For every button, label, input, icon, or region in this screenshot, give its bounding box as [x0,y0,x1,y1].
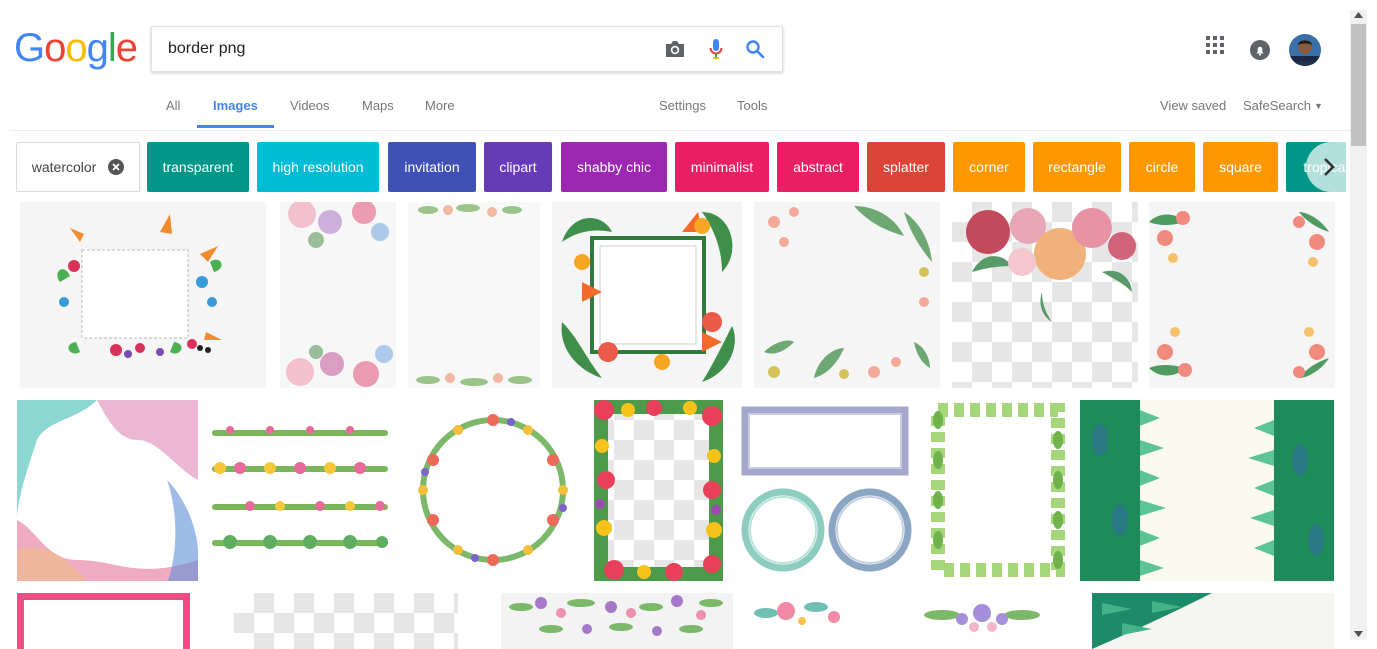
image-result[interactable] [746,593,846,649]
chip-circle[interactable]: circle [1129,142,1195,192]
notifications-icon[interactable] [1250,40,1270,65]
caret-down-icon: ▼ [1313,101,1323,111]
search-input[interactable] [168,27,628,71]
logo-letter: g [86,26,109,70]
image-result[interactable] [928,400,1069,581]
image-result[interactable] [17,400,198,581]
chip-abstract[interactable]: abstract [777,142,859,192]
chip-splatter[interactable]: splatter [867,142,945,192]
logo-letter: l [107,26,117,70]
image-result[interactable] [1092,593,1334,649]
camera-icon[interactable] [664,38,686,60]
safesearch-label: SafeSearch [1243,98,1311,113]
image-result[interactable] [501,593,733,649]
scroll-up-icon[interactable] [1354,12,1363,18]
microphone-icon[interactable] [705,38,727,60]
image-result[interactable] [1080,400,1334,581]
chip-rectangle[interactable]: rectangle [1033,142,1121,192]
chip-label: watercolor [31,159,97,175]
scroll-down-icon[interactable] [1354,631,1363,637]
chip-shabby-chic[interactable]: shabby chic [561,142,667,192]
tab-settings[interactable]: Settings [659,88,706,128]
chip-corner[interactable]: corner [953,142,1025,192]
image-result[interactable] [552,202,742,388]
chip-clipart[interactable]: clipart [484,142,552,192]
search-icon[interactable] [744,38,766,60]
logo-letter: G [14,26,45,70]
image-result[interactable] [210,400,391,581]
search-box [151,26,783,72]
logo-letter: o [44,26,66,70]
chip-high-resolution[interactable]: high resolution [257,142,379,192]
view-saved-link[interactable]: View saved [1160,88,1226,128]
image-result[interactable] [234,593,458,649]
image-result[interactable] [17,593,190,649]
logo-letter: o [65,26,87,70]
chips-next-button[interactable] [1306,142,1352,192]
tab-more[interactable]: More [425,88,455,128]
image-result[interactable] [408,202,540,388]
image-result[interactable] [754,202,940,388]
image-result[interactable] [594,400,723,581]
tab-videos[interactable]: Videos [290,88,330,128]
image-result[interactable] [403,400,584,581]
image-result[interactable] [280,202,396,388]
chip-watercolor[interactable]: watercolor [16,142,140,192]
results-page: Google border png All Images Videos Maps… [0,0,1352,649]
safesearch-menu[interactable]: SafeSearch ▼ [1243,88,1323,124]
avatar[interactable] [1289,34,1321,71]
image-result[interactable] [912,593,1052,649]
image-result[interactable] [1149,202,1335,388]
suggestion-chips: watercolor transparent high resolution i… [16,142,1346,192]
image-result[interactable] [20,202,266,388]
chip-transparent[interactable]: transparent [147,142,249,192]
google-logo[interactable]: Google [14,26,138,71]
tab-maps[interactable]: Maps [362,88,394,128]
image-result[interactable] [952,202,1138,388]
tab-all[interactable]: All [166,88,180,128]
image-result[interactable] [735,400,916,581]
apps-icon[interactable] [1206,36,1224,59]
chip-minimalist[interactable]: minimalist [675,142,769,192]
tab-images[interactable]: Images [197,88,274,128]
logo-letter: e [115,26,138,70]
header: Google border png All Images Videos Maps… [10,10,1350,131]
chevron-right-icon [1324,158,1335,176]
scrollbar-thumb[interactable] [1351,24,1366,146]
clear-chip-icon[interactable] [108,159,125,175]
chip-square[interactable]: square [1203,142,1278,192]
chip-invitation[interactable]: invitation [388,142,476,192]
tab-tools[interactable]: Tools [737,88,767,128]
